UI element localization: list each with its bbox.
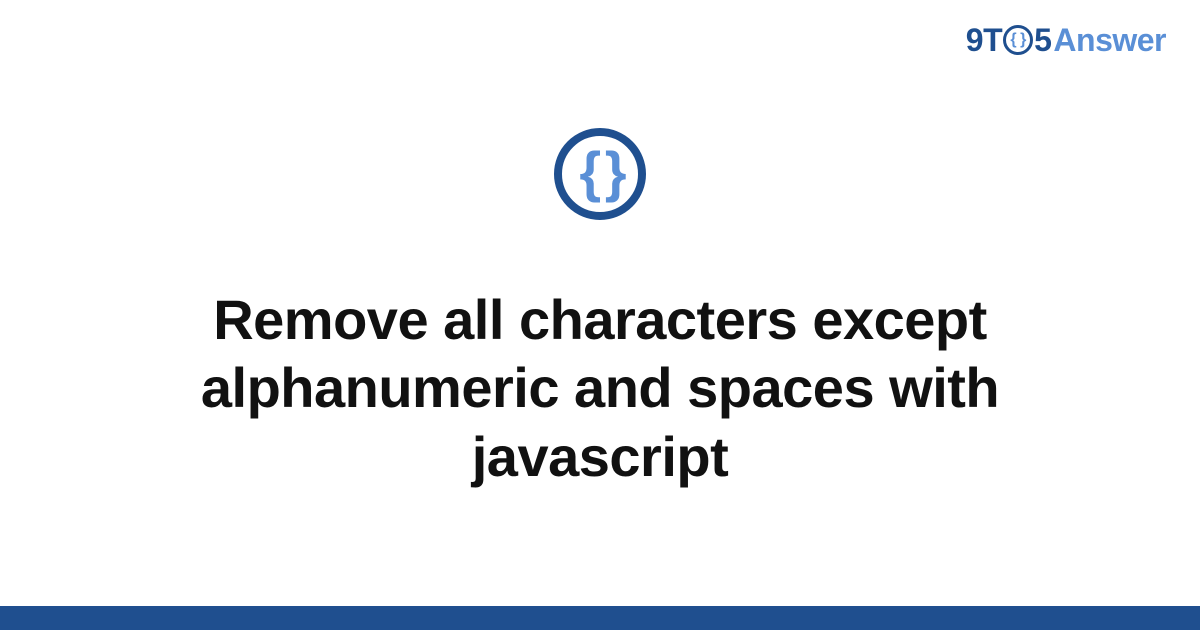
logo-answer: Answer — [1053, 22, 1166, 59]
site-logo: 9 T { } 5 Answer — [966, 22, 1166, 59]
logo-o-braces-icon: { } — [1010, 32, 1025, 48]
logo-five: 5 — [1034, 22, 1051, 59]
footer-bar — [0, 606, 1200, 630]
page-title: Remove all characters except alphanumeri… — [80, 286, 1120, 491]
topic-braces-icon: { } — [554, 128, 646, 220]
braces-glyph-icon: { } — [579, 144, 620, 200]
logo-nine: 9 — [966, 22, 983, 59]
logo-o-circle-icon: { } — [1003, 25, 1033, 55]
logo-t: T — [983, 22, 1002, 59]
